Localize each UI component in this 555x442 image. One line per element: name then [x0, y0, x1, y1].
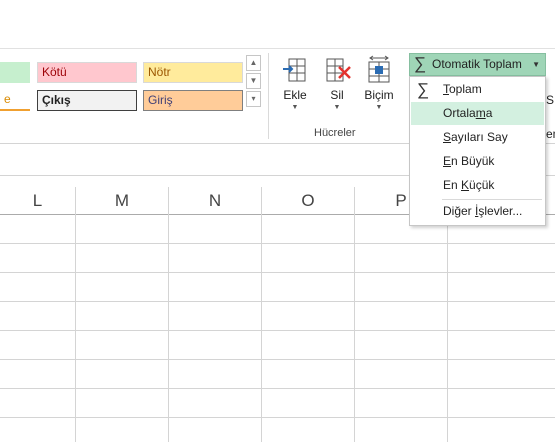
insert-cells-icon — [283, 58, 306, 82]
menu-item-text: Diğer — [443, 204, 476, 218]
column-line — [75, 215, 76, 442]
chevron-down-icon: ▼ — [291, 104, 299, 111]
style-input[interactable]: Giriş — [143, 90, 243, 111]
menu-item-text: Ortala — [443, 106, 476, 120]
menu-item-text: oplam — [449, 82, 482, 96]
style-left-green[interactable] — [0, 62, 30, 83]
format-cells-label: Biçim — [364, 88, 394, 102]
menu-item-text: ayıları Say — [451, 130, 508, 144]
row-line — [0, 330, 555, 331]
menu-item-text: En — [443, 178, 462, 192]
menu-item-sum[interactable]: ∑ Toplam — [411, 78, 544, 101]
chevron-down-icon: ▼ — [375, 104, 383, 111]
format-cells-button[interactable]: Biçim ▼ — [359, 55, 399, 125]
row-line — [0, 243, 555, 244]
column-header-M[interactable]: M — [76, 187, 169, 215]
style-neutral[interactable]: Nötr — [143, 62, 243, 83]
chevron-down-icon: ▼ — [333, 104, 341, 111]
row-line — [0, 388, 555, 389]
column-line — [447, 215, 448, 442]
menu-item-accel: E — [443, 154, 452, 168]
insert-cells-button[interactable]: Ekle ▼ — [275, 55, 315, 125]
menu-item-accel: m — [475, 106, 486, 120]
style-check[interactable]: Çıkış — [37, 90, 137, 111]
menu-item-more-functions[interactable]: Diğer İşlevler... — [411, 200, 544, 223]
clipped-ribbon-label-top: Sı — [546, 93, 555, 107]
delete-cells-button[interactable]: Sil ▼ — [317, 55, 357, 125]
delete-cells-icon — [326, 58, 351, 82]
chevron-down-icon: ▼ — [532, 60, 540, 69]
menu-item-accel: K — [461, 178, 470, 192]
group-separator — [268, 53, 269, 139]
menu-item-max[interactable]: En Büyük — [411, 150, 544, 173]
menu-item-average[interactable]: Ortalama — [411, 102, 544, 125]
menu-item-text: n Büyük — [451, 154, 495, 168]
column-line — [354, 215, 355, 442]
column-header-N[interactable]: N — [169, 187, 262, 215]
column-line — [168, 215, 169, 442]
gallery-expand[interactable]: ▾ — [246, 91, 261, 107]
clipped-ribbon-label-bottom: en — [546, 127, 555, 141]
column-header-O[interactable]: O — [262, 187, 355, 215]
menu-item-accel: S — [443, 130, 452, 144]
insert-cells-label: Ekle — [283, 88, 307, 102]
row-line — [0, 272, 555, 273]
style-partial-left[interactable]: e — [0, 90, 30, 111]
menu-item-text: a — [485, 106, 493, 120]
menu-item-text: üçük — [469, 178, 495, 192]
format-cells-icon — [368, 55, 390, 83]
sigma-icon: ∑ — [414, 54, 427, 73]
sigma-icon: ∑ — [417, 80, 430, 99]
title-area — [0, 0, 555, 48]
menu-item-count-numbers[interactable]: Sayıları Say — [411, 126, 544, 149]
autosum-label: Otomatik Toplam — [432, 57, 522, 71]
cells-group-label: Hücreler — [314, 127, 356, 139]
row-line — [0, 359, 555, 360]
row-line — [0, 417, 555, 418]
gallery-scroll-down[interactable]: ▼ — [246, 73, 261, 89]
worksheet-grid[interactable] — [0, 215, 555, 442]
column-header-L[interactable]: L — [0, 187, 76, 215]
autosum-dropdown-menu: ∑ Toplam Ortalama Sayıları Say En Büyük … — [409, 76, 546, 226]
gallery-scroll-up[interactable]: ▲ — [246, 55, 261, 71]
cell-styles-gallery: e Kötü Nötr Çıkış Giriş — [0, 58, 250, 111]
row-line — [0, 301, 555, 302]
autosum-button[interactable]: ∑ Otomatik Toplam ▼ — [409, 53, 546, 76]
style-bad[interactable]: Kötü — [37, 62, 137, 83]
menu-item-min[interactable]: En Küçük — [411, 174, 544, 197]
delete-cells-label: Sil — [330, 88, 344, 102]
column-line — [261, 215, 262, 442]
menu-item-text: şlevler... — [478, 204, 523, 218]
